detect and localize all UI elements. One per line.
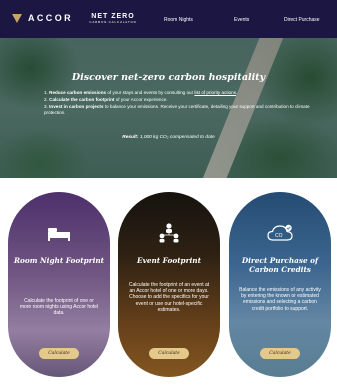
card-title: Room Night Footprint	[13, 256, 105, 265]
people-icon	[159, 223, 179, 243]
netzero-logo[interactable]: NET ZERO CARBON CALCULATOR	[86, 13, 140, 24]
hero-step-1: 1. Reduce carbon emissions of your stays…	[44, 90, 238, 95]
card-event[interactable]: Event Footprint Calculate the footprint …	[118, 192, 220, 377]
card-title: Event Footprint	[137, 256, 201, 265]
hero-title: Discover net-zero carbon hospitality	[71, 72, 266, 83]
netzero-subtitle: CARBON CALCULATOR	[89, 20, 137, 24]
calculate-button[interactable]: Calculate	[149, 348, 189, 359]
calculate-button[interactable]: Calculate	[39, 348, 79, 359]
nav-link-room-nights[interactable]: Room Nights	[164, 17, 193, 23]
accor-logo-icon	[12, 13, 22, 23]
priority-actions-link[interactable]: list of priority actions	[194, 90, 236, 95]
card-room-night[interactable]: Room Night Footprint Calculate the footp…	[8, 192, 110, 377]
card-description: Calculate the footprint of an event at a…	[128, 282, 210, 313]
accor-logo[interactable]: ACCOR	[12, 13, 73, 23]
hero-result: Result: 1,000 kg CO₂ compensated to date	[122, 135, 215, 140]
card-direct-purchase[interactable]: CO Direct Purchase of Carbon Credits Bal…	[229, 192, 331, 377]
calculate-button[interactable]: Calculate	[260, 348, 300, 359]
card-description: Balance the emissions of any activity by…	[239, 287, 321, 312]
nav-link-events[interactable]: Events	[234, 17, 249, 23]
card-description: Calculate the footprint of one or more r…	[19, 298, 99, 317]
bed-icon	[48, 228, 70, 241]
svg-text:CO: CO	[275, 233, 283, 239]
netzero-title: NET ZERO	[91, 13, 135, 20]
hero-step-2: 2. Calculate the carbon footprint of you…	[44, 97, 168, 102]
card-title: Direct Purchase of Carbon Credits	[241, 256, 319, 274]
co2-cloud-icon: CO	[267, 224, 293, 241]
nav-link-direct-purchase[interactable]: Direct Purchase	[284, 17, 320, 23]
brand-name: ACCOR	[28, 13, 73, 23]
hero-banner: Discover net-zero carbon hospitality 1. …	[0, 38, 337, 178]
hero-step-3: 3. Invest in carbon projects to balance …	[44, 104, 310, 115]
hero-steps-list: 1. Reduce carbon emissions of your stays…	[44, 90, 314, 117]
top-nav: ACCOR NET ZERO CARBON CALCULATOR Room Ni…	[0, 0, 337, 38]
